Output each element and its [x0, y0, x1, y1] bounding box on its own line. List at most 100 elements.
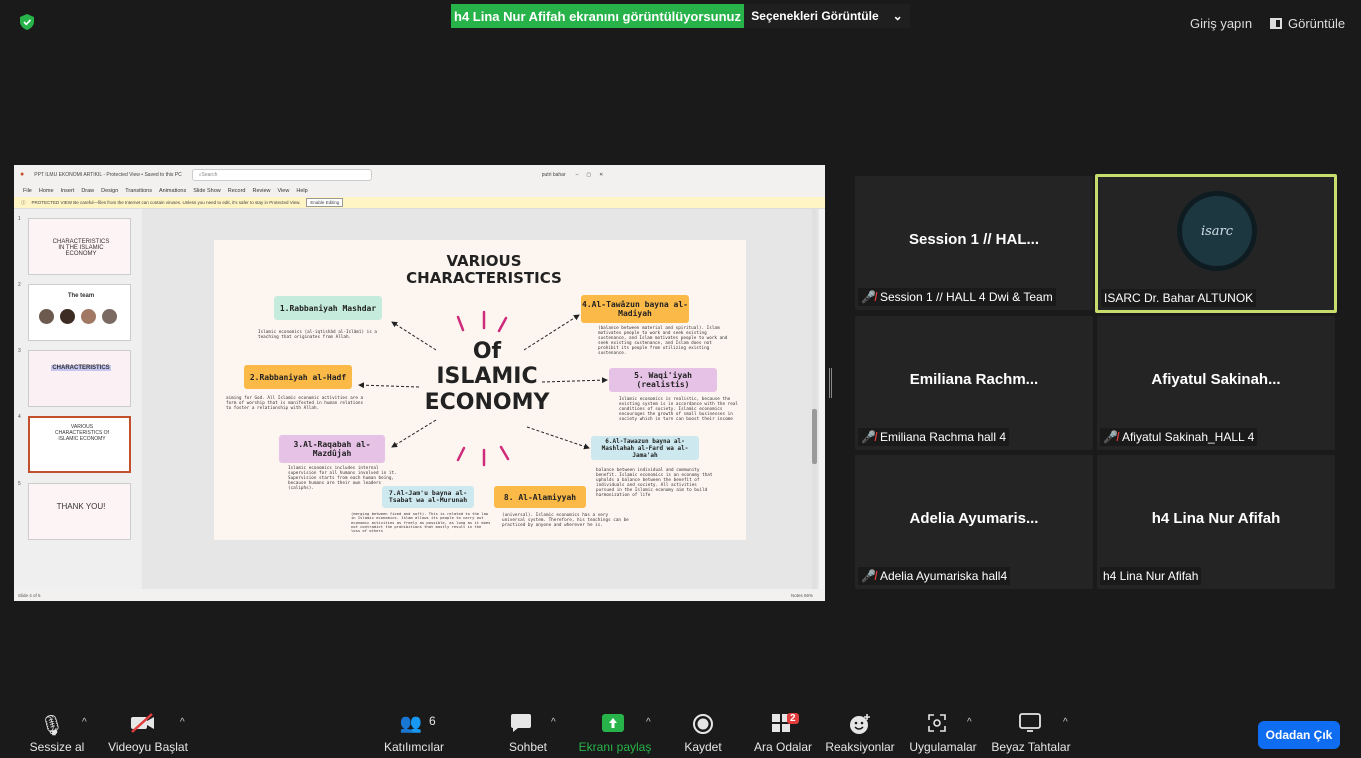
share-options-caret[interactable]: ^	[646, 717, 651, 728]
ppt-doc-title: PPT ILMU EKONOMI ARTIKIL - Protected Vie…	[34, 171, 182, 178]
ppt-ribbon-menu: File Home Insert Draw Design Transitions…	[14, 184, 825, 197]
team-avatars	[39, 309, 117, 324]
protected-view-bar: ⓘ PROTECTED VIEW Be careful—files from t…	[14, 197, 825, 209]
participant-tile-4[interactable]: Afiyatul Sakinah... 🎤̸ Afiyatul Sakinah_H…	[1097, 316, 1335, 450]
enable-editing-button[interactable]: Enable Editing	[306, 198, 344, 207]
ppt-search-box[interactable]: ⌕ Search	[191, 168, 372, 181]
participant-2-label: ISARC Dr. Bahar ALTUNOK	[1101, 289, 1257, 307]
box-1: 1.Rabbaniyah Mashdar	[274, 296, 382, 320]
thumb-num-3: 3	[18, 348, 21, 354]
thumb-num-1: 1	[18, 216, 21, 222]
ppt-search-placeholder: Search	[201, 171, 218, 178]
desc-7: (merging between fixed and soft). This i…	[351, 511, 491, 534]
share-screen-icon	[601, 713, 625, 739]
thumb-num-2: 2	[18, 282, 21, 288]
participants-button[interactable]: 👥 6 Katılımcılar	[375, 705, 453, 758]
zoom-controls[interactable]: Notes 66%	[791, 593, 813, 598]
thumb-3-text: CHARACTERISTICS	[51, 365, 111, 371]
menu-draw[interactable]: Draw	[81, 188, 94, 194]
box-6: 6.Al-Tawazun bayna al-Mashlahah al-Fard …	[591, 436, 699, 460]
desc-4: (balance between material and spiritual)…	[598, 326, 728, 356]
security-shield-icon[interactable]	[20, 14, 34, 30]
participant-tile-6[interactable]: h4 Lina Nur Afifah h4 Lina Nur Afifah	[1097, 455, 1335, 589]
participant-tile-1[interactable]: Session 1 // HAL... 🎤̸ Session 1 // HALL …	[855, 176, 1093, 310]
box-2: 2.Rabbaniyah al-Hadf	[244, 365, 352, 389]
apps-options-caret[interactable]: ^	[967, 717, 972, 728]
window-controls[interactable]: –▢✕	[576, 172, 612, 178]
box-3: 3.Al-Raqabah al-Mazdûjah	[279, 435, 385, 463]
sign-in-link[interactable]: Giriş yapın	[1190, 16, 1252, 31]
apps-icon	[927, 713, 947, 739]
center-islamic: ISLAMIC	[436, 364, 538, 389]
chat-options-caret[interactable]: ^	[551, 717, 556, 728]
slide-counter: Slide 4 of 5	[18, 592, 41, 598]
participant-5-label-text: Adelia Ayumariska hall4	[879, 569, 1008, 583]
reactions-button[interactable]: Reaksiyonlar	[824, 705, 896, 758]
participant-3-label: 🎤̸ Emiliana Rachma hall 4	[858, 428, 1010, 446]
whiteboards-button[interactable]: ^ Beyaz Tahtalar	[990, 705, 1072, 758]
desc-5: Islamic economics is realistic, because …	[619, 397, 738, 422]
menu-file[interactable]: File	[23, 188, 32, 194]
apps-button[interactable]: ^ Uygulamalar	[905, 705, 981, 758]
menu-review[interactable]: Review	[252, 188, 270, 194]
info-icon: ⓘ	[21, 199, 26, 205]
menu-help[interactable]: Help	[296, 188, 307, 194]
breakout-badge: 2	[787, 713, 799, 724]
chat-icon	[510, 713, 532, 739]
slide-thumb-5[interactable]: THANK YOU!	[28, 483, 131, 540]
slide-thumb-1[interactable]: CHARACTERISTICS IN THE ISLAMIC ECONOMY	[28, 218, 131, 275]
menu-home[interactable]: Home	[39, 188, 54, 194]
shared-screen: ● PPT ILMU EKONOMI ARTIKIL - Protected V…	[14, 165, 825, 601]
panel-resize-handle[interactable]	[829, 368, 832, 398]
view-label: Görüntüle	[1288, 16, 1346, 31]
share-screen-button[interactable]: ^ Ekranı paylaş	[575, 705, 655, 758]
participant-tile-5[interactable]: Adelia Ayumaris... 🎤̸ Adelia Ayumariska h…	[855, 455, 1093, 589]
video-label: Videoyu Başlat	[108, 740, 188, 754]
mute-button[interactable]: 🎙 ^ Sessize al	[22, 705, 92, 758]
participant-6-label-text: h4 Lina Nur Afifah	[1103, 569, 1199, 583]
box-8: 8. Al-Alamiyyah	[494, 486, 586, 508]
participants-count: 6	[429, 714, 436, 728]
participant-1-label: 🎤̸ Session 1 // HALL 4 Dwi & Team	[858, 288, 1056, 306]
participant-tile-3[interactable]: Emiliana Rachm... 🎤̸ Emiliana Rachma hall…	[855, 316, 1093, 450]
menu-record[interactable]: Record	[228, 188, 246, 194]
mic-muted-icon: 🎤̸	[861, 569, 876, 583]
view-options-button[interactable]: Seçenekleri Görüntüle ⌄	[744, 4, 910, 28]
thumb-num-4: 4	[18, 414, 21, 420]
ppt-title-bar: ● PPT ILMU EKONOMI ARTIKIL - Protected V…	[14, 165, 825, 184]
start-video-button[interactable]: ^ Videoyu Başlat	[103, 705, 193, 758]
slide-thumb-3[interactable]: CHARACTERISTICS	[28, 350, 131, 407]
ppt-status-bar: Slide 4 of 5 Notes 66%	[14, 589, 825, 601]
menu-view[interactable]: View	[278, 188, 290, 194]
menu-design[interactable]: Design	[101, 188, 118, 194]
leave-meeting-button[interactable]: Odadan Çık	[1258, 721, 1340, 749]
mute-options-caret[interactable]: ^	[82, 717, 87, 728]
thumb-5-text: THANK YOU!	[56, 502, 106, 511]
menu-insert[interactable]: Insert	[61, 188, 75, 194]
breakout-rooms-button[interactable]: 2 Ara Odalar	[748, 705, 818, 758]
participant-2-label-text: ISARC Dr. Bahar ALTUNOK	[1104, 291, 1254, 305]
smile-icon	[849, 713, 871, 741]
whiteboard-options-caret[interactable]: ^	[1063, 717, 1068, 728]
mic-muted-icon: 🎤̸	[861, 290, 876, 304]
participant-4-label-text: Afiyatul Sakinah_HALL 4	[1121, 430, 1255, 444]
view-options-label: Seçenekleri Görüntüle	[751, 9, 879, 23]
slide-thumbnails: CHARACTERISTICS IN THE ISLAMIC ECONOMY 1…	[14, 209, 142, 589]
participants-label: Katılımcılar	[383, 740, 444, 754]
microphone-icon: 🎙	[39, 715, 65, 737]
menu-animations[interactable]: Animations	[159, 188, 186, 194]
video-options-caret[interactable]: ^	[180, 717, 185, 728]
record-button[interactable]: Kaydet	[673, 705, 733, 758]
menu-slide-show[interactable]: Slide Show	[193, 188, 221, 194]
slide-thumb-4[interactable]: VARIOUS CHARACTERISTICS Of ISLAMIC ECONO…	[28, 416, 131, 473]
slide-thumb-2[interactable]: The team	[28, 284, 131, 341]
participant-1-label-text: Session 1 // HALL 4 Dwi & Team	[879, 290, 1053, 304]
menu-transitions[interactable]: Transitions	[125, 188, 152, 194]
slide-scrollbar[interactable]	[812, 209, 817, 589]
autosave-icon[interactable]: ●	[20, 171, 24, 178]
participant-tile-2[interactable]: isarc ISARC Dr. Bahar ALTUNOK	[1095, 174, 1337, 313]
reactions-label: Reaksiyonlar	[825, 740, 895, 754]
chat-button[interactable]: ^ Sohbet	[493, 705, 563, 758]
mic-muted-icon: 🎤̸	[861, 430, 876, 444]
view-button[interactable]: Görüntüle	[1270, 16, 1345, 31]
